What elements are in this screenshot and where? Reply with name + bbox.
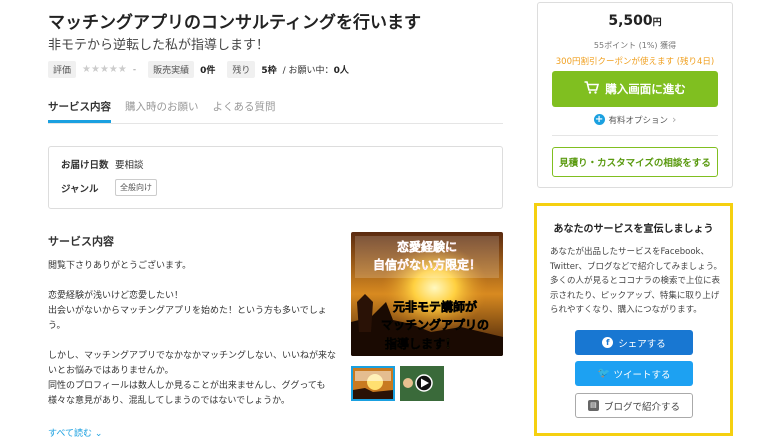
blog-share-button[interactable]: ▤ ブログで紹介する	[575, 393, 693, 418]
buy-button[interactable]: 購入画面に進む	[552, 71, 718, 107]
chevron-right-icon: ›	[672, 113, 677, 126]
delivery-row: お届け日数 要相談	[61, 157, 144, 171]
divider	[552, 135, 718, 136]
price-value: 5,500	[608, 13, 653, 29]
cart-icon	[584, 81, 600, 97]
description-heading: サービス内容	[48, 235, 114, 248]
image-caption-line4: マッチングアプリの	[381, 317, 489, 332]
chevron-down-icon: ⌄	[94, 429, 103, 439]
service-info-box: お届け日数 要相談 ジャンル 全般向け	[48, 146, 503, 209]
tweet-button[interactable]: 🐦 ツイートする	[575, 361, 693, 386]
description-paragraph: 恋愛経験が浅いけど恋愛したい！ 出会いがないからマッチングアプリを始めた！という…	[48, 291, 327, 331]
tab-bar: サービス内容 購入時のお願い よくある質問	[48, 96, 503, 124]
facebook-share-label: シェアする	[618, 338, 666, 350]
twitter-icon: 🐦	[597, 368, 610, 379]
image-caption-line1: 恋愛経験に	[397, 239, 457, 254]
play-icon	[400, 366, 444, 401]
blog-share-label: ブログで紹介する	[603, 401, 680, 413]
facebook-icon: f	[602, 337, 614, 348]
promo-title: あなたのサービスを宣伝しましょう	[553, 224, 714, 235]
promote-service-box: あなたのサービスを宣伝しましょう あなたが出品したサービスをFacebook、T…	[534, 203, 733, 436]
rating-stars: ★★★★★	[82, 64, 127, 75]
tab-faq[interactable]: よくある質問	[213, 96, 276, 123]
consult-button[interactable]: 見積り・カスタマイズの相談をする	[552, 147, 718, 177]
thumbnail-illustration	[353, 368, 393, 399]
delivery-value: 要相談	[115, 160, 144, 171]
purchase-card: 5,500円 55ポイント (1%) 獲得 300円割引クーポンが使えます (残…	[537, 2, 733, 188]
price: 5,500円	[538, 13, 732, 29]
facebook-share-button[interactable]: f シェアする	[575, 330, 693, 355]
genre-row: ジャンル 全般向け	[61, 179, 157, 196]
genre-chip[interactable]: 全般向け	[115, 179, 157, 196]
tab-purchase-request[interactable]: 購入時のお願い	[125, 96, 199, 123]
service-subtitle: 非モテから逆転した私が指導します！	[48, 38, 270, 53]
thumbnail-video[interactable]	[400, 366, 444, 401]
image-caption-line5: 指導します！	[385, 336, 457, 351]
service-main-image[interactable]: 恋愛経験に 自信がない方限定！ 元非モテ講師が マッチングアプリの 指導します！	[351, 232, 503, 356]
description-paragraph: 閲覧下さりありがとうございます。	[48, 261, 192, 271]
delivery-label: お届け日数	[61, 160, 109, 171]
paid-option-link[interactable]: + 有料オプション ›	[538, 113, 732, 126]
read-more-link[interactable]: すべて読む ⌄	[48, 426, 102, 439]
rating-value: -	[132, 64, 137, 75]
remaining-value: 5枠	[261, 66, 277, 76]
rating-label: 評価	[48, 61, 77, 78]
paid-option-label: 有料オプション	[608, 115, 669, 126]
requests-text: / お願い中：	[282, 66, 334, 76]
sunset-illustration: 恋愛経験に 自信がない方限定！ 元非モテ講師が マッチングアプリの 指導します！	[351, 232, 503, 356]
points-info: 55ポイント (1%) 獲得	[593, 41, 677, 50]
rss-icon: ▤	[587, 400, 599, 411]
requests-value: 0人	[333, 66, 349, 76]
remaining-label: 残り	[227, 61, 256, 78]
sales-label: 販売実績	[148, 61, 195, 78]
image-caption-line3: 元非モテ講師が	[393, 299, 477, 314]
description-paragraph: しかし、マッチングアプリでなかなかマッチングしない、いいねが来ないとお悩みではあ…	[48, 351, 337, 406]
thumbnail-1[interactable]	[351, 366, 395, 401]
service-title: マッチングアプリのコンサルティングを行います	[48, 13, 421, 33]
price-unit: 円	[652, 18, 662, 28]
buy-button-label: 購入画面に進む	[605, 82, 686, 96]
read-more-label: すべて読む	[48, 429, 93, 439]
genre-label: ジャンル	[61, 183, 99, 195]
coupon-info[interactable]: 300円割引クーポンが使えます (残り4日)	[538, 55, 732, 67]
promo-text: あなたが出品したサービスをFacebook、Twitter、ブログなどで紹介して…	[550, 247, 723, 315]
plus-icon: +	[593, 114, 605, 125]
tab-service-content[interactable]: サービス内容	[48, 96, 111, 123]
sales-value: 0件	[200, 66, 216, 76]
service-stats: 評価 ★★★★★ - 販売実績 0件 残り 5枠 / お願い中： 0人	[48, 61, 355, 78]
image-caption-line2: 自信がない方限定！	[373, 257, 481, 272]
tweet-label: ツイートする	[613, 369, 671, 381]
